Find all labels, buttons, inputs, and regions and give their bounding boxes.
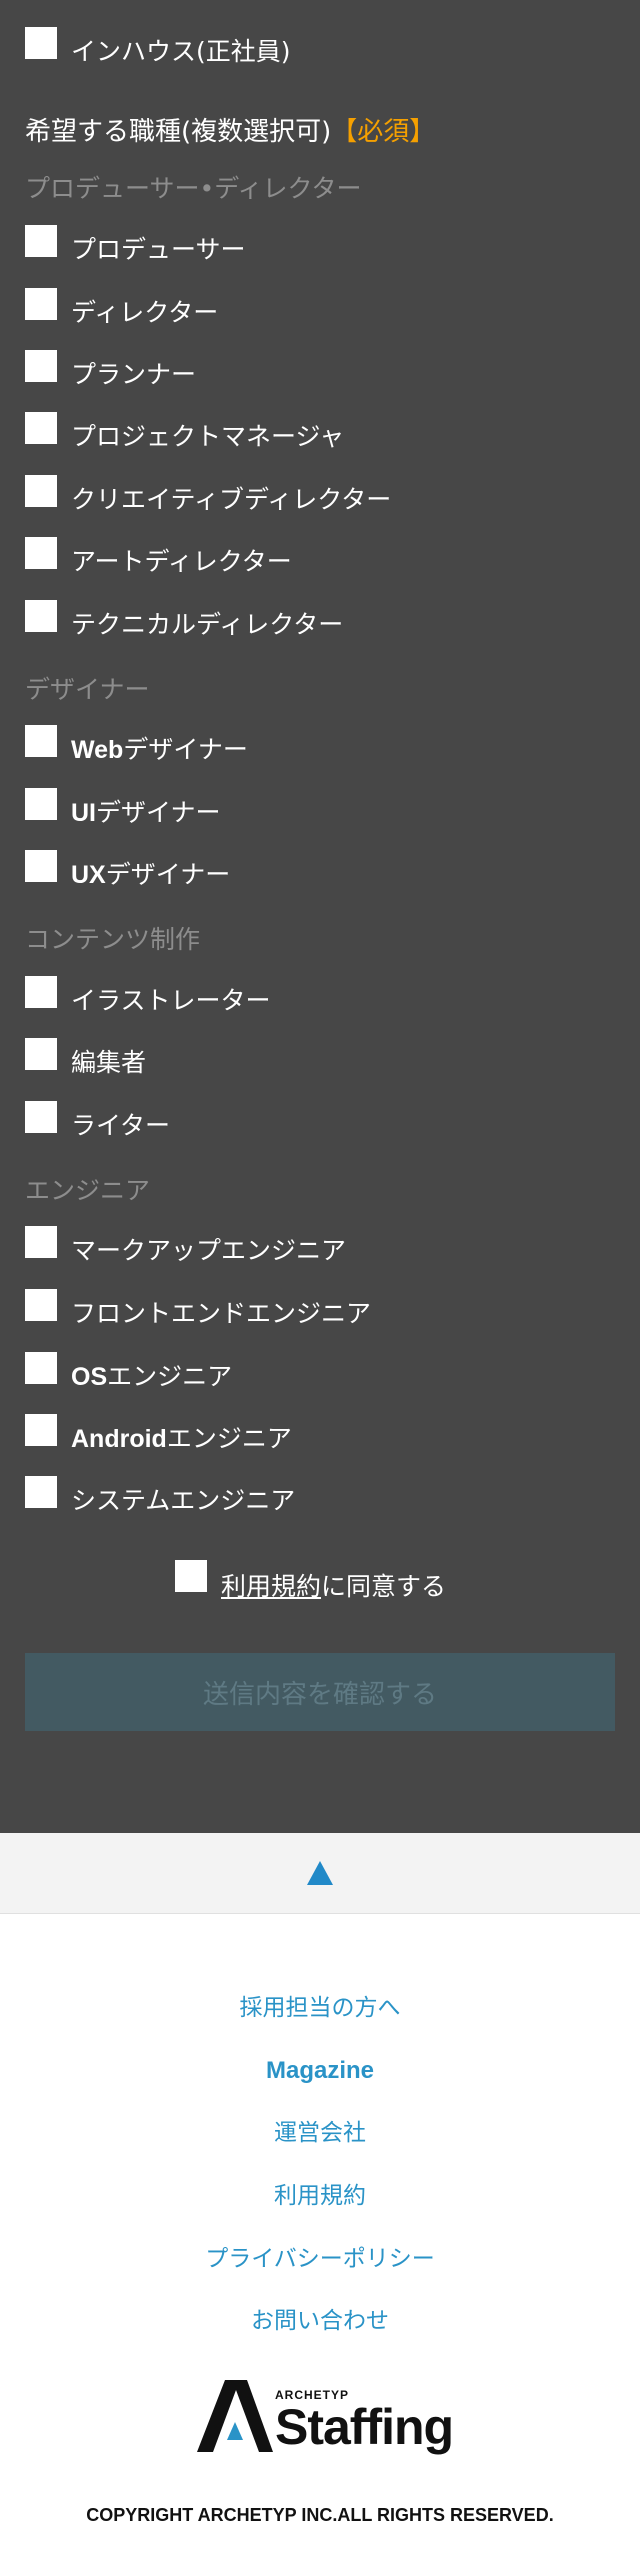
job-option-technical-director[interactable]: テクニカルディレクター <box>25 600 343 639</box>
job-option-markup-engineer[interactable]: マークアップエンジニア <box>25 1226 346 1265</box>
option-label: プロデューサー <box>71 235 246 264</box>
option-label: イラストレーター <box>71 986 271 1015</box>
option-label: マークアップエンジニア <box>71 1236 347 1265</box>
footer-link-recruiters[interactable]: 採用担当の方へ <box>0 1993 640 2023</box>
confirm-submit-button[interactable]: 送信内容を確認する <box>25 1653 615 1731</box>
group-heading-designer: デザイナー <box>25 675 150 704</box>
checkbox[interactable] <box>25 976 57 1008</box>
checkbox[interactable] <box>25 27 57 59</box>
checkbox[interactable] <box>25 725 57 757</box>
option-label: ディレクター <box>71 298 219 327</box>
job-option-project-manager[interactable]: プロジェクトマネージャ <box>25 412 344 451</box>
footer-link-contact[interactable]: お問い合わせ <box>0 2306 640 2336</box>
job-option-android-engineer[interactable]: Androidエンジニア <box>25 1414 292 1453</box>
arrow-up-icon <box>307 1861 333 1885</box>
option-label: 編集者 <box>71 1048 147 1077</box>
job-option-creative-director[interactable]: クリエイティブディレクター <box>25 475 391 514</box>
option-label: プロジェクトマネージャ <box>71 422 345 451</box>
page-top-button[interactable] <box>0 1833 640 1914</box>
job-option-writer[interactable]: ライター <box>25 1101 170 1140</box>
checkbox[interactable] <box>25 850 57 882</box>
logo-mark-icon <box>197 2380 273 2452</box>
logo-wordmark: Staffing <box>275 2399 454 2455</box>
group-heading-engineer: エンジニア <box>25 1176 151 1205</box>
checkbox[interactable] <box>25 475 57 507</box>
terms-agree-checkbox[interactable] <box>175 1560 207 1592</box>
group-heading-content: コンテンツ制作 <box>25 925 201 954</box>
checkbox[interactable] <box>25 1352 57 1384</box>
checkbox[interactable] <box>25 788 57 820</box>
clipped-top-edge <box>70 0 410 4</box>
option-label: アートディレクター <box>71 547 292 576</box>
option-label: Androidエンジニア <box>71 1424 292 1453</box>
checkbox[interactable] <box>25 1476 57 1508</box>
checkbox[interactable] <box>25 1038 57 1070</box>
job-option-system-engineer[interactable]: システムエンジニア <box>25 1476 295 1515</box>
job-option-os-engineer[interactable]: OSエンジニア <box>25 1352 232 1391</box>
employment-option-inhouse[interactable]: インハウス(正社員) <box>25 27 291 66</box>
job-option-ui-designer[interactable]: UIデザイナー <box>25 788 221 827</box>
option-label: ライター <box>71 1111 171 1140</box>
job-option-producer[interactable]: プロデューサー <box>25 225 246 264</box>
checkbox[interactable] <box>25 288 57 320</box>
checkbox[interactable] <box>25 600 57 632</box>
terms-agree-label: 利用規約に同意する <box>221 1572 446 1602</box>
copyright-text: COPYRIGHT ARCHETYP INC.ALL RIGHTS RESERV… <box>86 2505 554 2525</box>
agree-suffix: に同意する <box>321 1572 447 1601</box>
checkbox[interactable] <box>25 225 57 257</box>
job-option-illustrator[interactable]: イラストレーター <box>25 976 271 1015</box>
option-label: プランナー <box>71 360 197 389</box>
checkbox[interactable] <box>25 1101 57 1133</box>
terms-link[interactable]: 利用規約 <box>221 1572 321 1601</box>
checkbox[interactable] <box>25 1226 57 1258</box>
footer-link-magazine[interactable]: Magazine <box>0 2056 640 2086</box>
job-option-director[interactable]: ディレクター <box>25 288 218 327</box>
checkbox[interactable] <box>25 1414 57 1446</box>
option-label: インハウス(正社員) <box>71 37 291 66</box>
terms-agree-row[interactable]: 利用規約に同意する <box>175 1560 446 1602</box>
section-title-text: 希望する職種(複数選択可) <box>25 117 332 147</box>
footer-link-terms[interactable]: 利用規約 <box>0 2181 640 2211</box>
job-option-planner[interactable]: プランナー <box>25 350 196 389</box>
job-option-frontend-engineer[interactable]: フロントエンドエンジニア <box>25 1289 371 1328</box>
option-label: UIデザイナー <box>71 798 221 827</box>
checkbox[interactable] <box>25 1289 57 1321</box>
group-heading-producer: プロデューサー•ディレクター <box>25 174 362 203</box>
option-label: システムエンジニア <box>71 1486 296 1515</box>
option-label: UXデザイナー <box>71 860 231 889</box>
option-label: クリエイティブディレクター <box>71 485 392 514</box>
required-badge: 【必須】 <box>331 117 436 147</box>
option-label: OSエンジニア <box>71 1362 233 1391</box>
entry-form-section: インハウス(正社員) 希望する職種(複数選択可)【必須】 プロデューサー•ディレ… <box>0 0 640 1833</box>
option-label: フロントエンドエンジニア <box>71 1299 372 1328</box>
archetyp-staffing-logo[interactable]: ARCHETYP Staffing <box>195 2378 455 2458</box>
option-label: テクニカルディレクター <box>71 610 344 639</box>
job-option-art-director[interactable]: アートディレクター <box>25 537 292 576</box>
footer-link-privacy[interactable]: プライバシーポリシー <box>0 2244 640 2274</box>
footer-link-company[interactable]: 運営会社 <box>0 2118 640 2148</box>
option-label: Webデザイナー <box>71 735 248 764</box>
job-option-ux-designer[interactable]: UXデザイナー <box>25 850 230 889</box>
checkbox[interactable] <box>25 537 57 569</box>
checkbox[interactable] <box>25 350 57 382</box>
job-option-web-designer[interactable]: Webデザイナー <box>25 725 248 764</box>
checkbox[interactable] <box>25 412 57 444</box>
job-option-editor[interactable]: 編集者 <box>25 1038 146 1077</box>
job-type-section-title: 希望する職種(複数選択可)【必須】 <box>25 117 435 147</box>
